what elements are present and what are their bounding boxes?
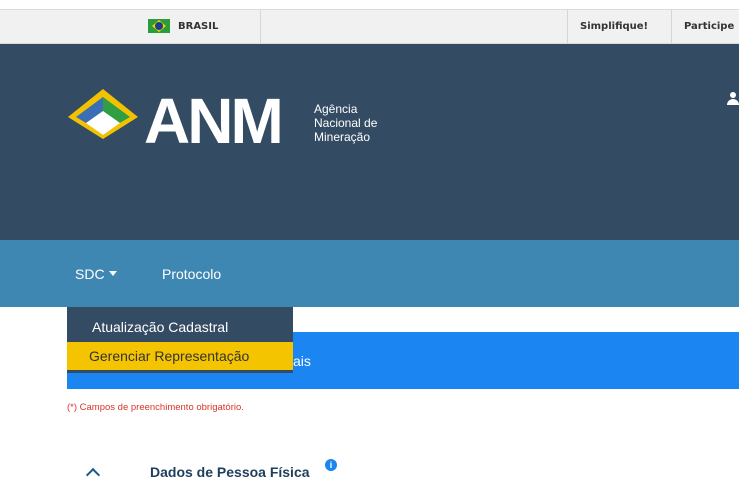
banner-text: ais (293, 353, 311, 369)
sdc-dropdown-menu: Atualização Cadastral Gerenciar Represen… (67, 307, 293, 373)
agency-line-1: Agência (314, 102, 358, 116)
section-title-text: Dados de Pessoa Física (150, 464, 310, 480)
info-icon[interactable]: i (325, 459, 337, 471)
section-dados-pessoa-fisica[interactable]: Dados de Pessoa Física i (85, 459, 337, 484)
caret-down-icon (108, 271, 117, 276)
anm-logo-text[interactable]: ANM (144, 84, 284, 158)
agency-line-3: Mineração (314, 130, 371, 144)
required-fields-note: (*) Campos de preenchimento obrigatório. (67, 402, 244, 413)
section-title: Dados de Pessoa Física (150, 464, 310, 480)
nav-item-sdc-label: SDC (75, 265, 105, 282)
user-icon[interactable] (727, 92, 739, 106)
agency-name: Agência Nacional de Mineração (314, 102, 377, 144)
brasil-link[interactable]: BRASIL (148, 14, 218, 38)
anm-logo-icon[interactable] (68, 89, 138, 139)
gov-top-bar: BRASIL Simplifique! Participe (0, 0, 739, 44)
brasil-label: BRASIL (178, 20, 219, 32)
separator (260, 9, 261, 44)
brazil-flag-icon (148, 19, 170, 33)
nav-item-sdc[interactable]: SDC (75, 240, 117, 307)
separator (671, 9, 672, 44)
separator (567, 9, 568, 44)
nav-item-protocolo-label: Protocolo (162, 265, 222, 282)
simplifique-link[interactable]: Simplifique! (580, 14, 648, 38)
menu-item-atualizacao-cadastral[interactable]: Atualização Cadastral (67, 315, 293, 339)
nav-item-protocolo[interactable]: Protocolo (162, 240, 221, 307)
chevron-up-icon[interactable] (85, 467, 101, 483)
main-nav: SDC Protocolo (0, 240, 739, 307)
agency-line-2: Nacional de (314, 116, 378, 130)
participe-link[interactable]: Participe (684, 14, 734, 38)
menu-item-gerenciar-representacao[interactable]: Gerenciar Representação (67, 342, 293, 370)
